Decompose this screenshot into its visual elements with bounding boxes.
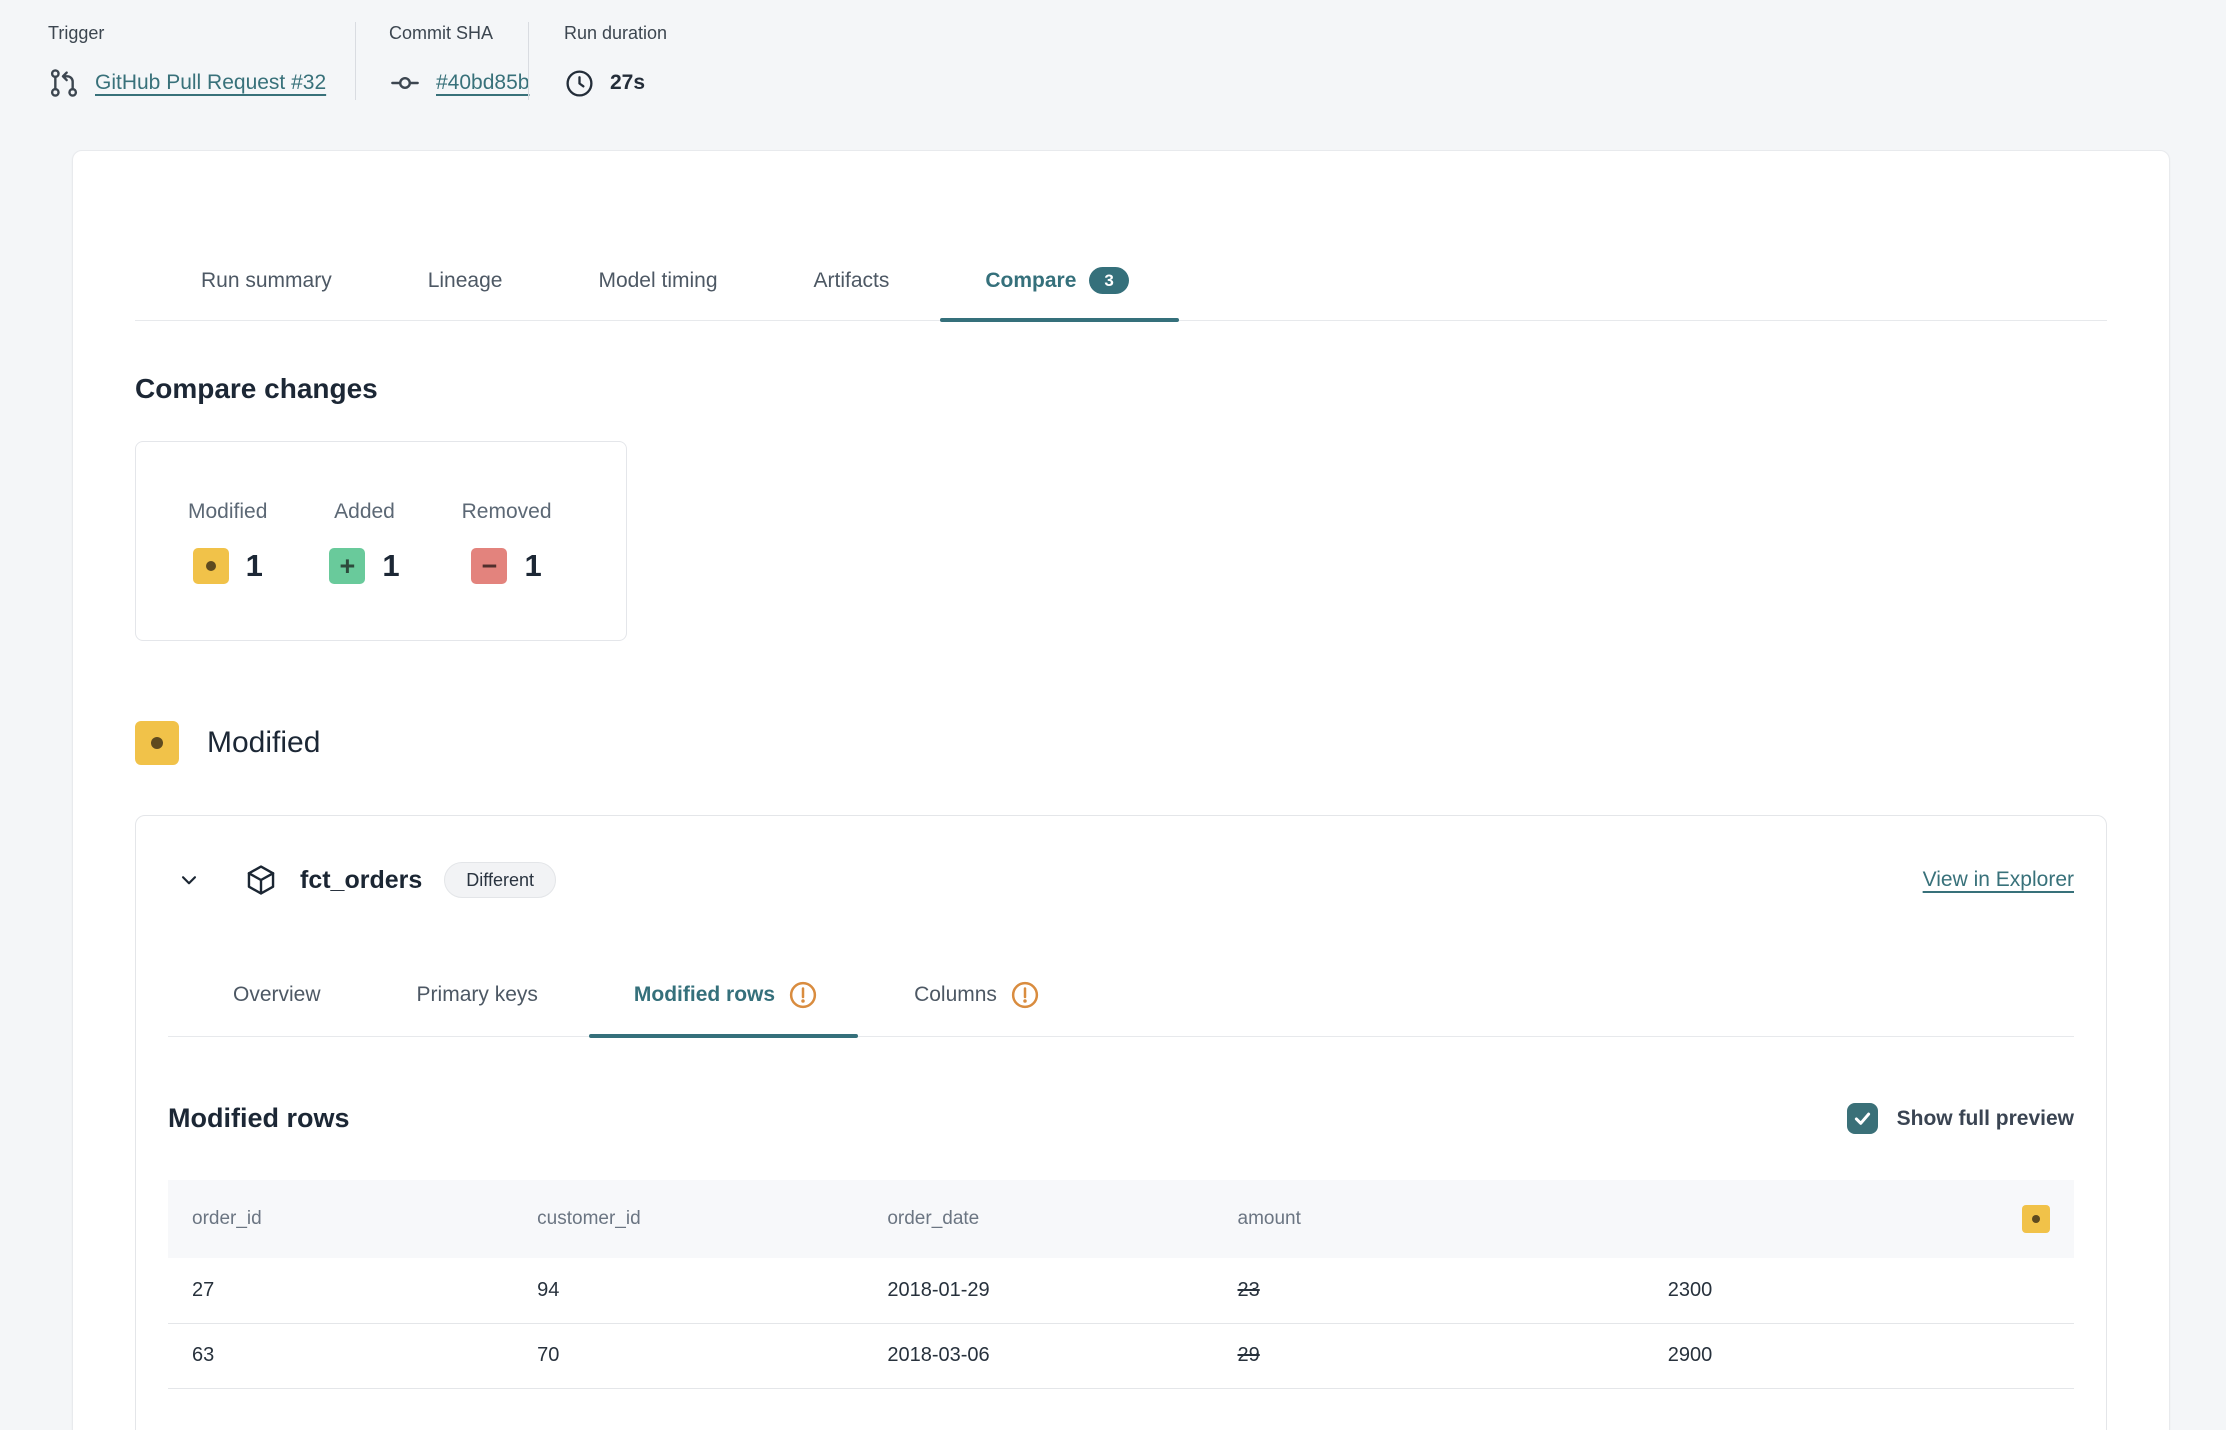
table-header-row: order_id customer_id order_date amount [168, 1180, 2074, 1258]
tab-primary-keys[interactable]: Primary keys [417, 980, 538, 1036]
commit-sha-label: Commit SHA [389, 22, 528, 44]
modified-marker-icon [2022, 1205, 2050, 1233]
warning-icon [788, 980, 818, 1010]
tab-label: Compare [985, 269, 1076, 293]
warning-icon [1010, 980, 1040, 1010]
model-name: fct_orders [300, 866, 422, 895]
run-duration-meta: Run duration 27s [529, 22, 667, 150]
tab-artifacts[interactable]: Artifacts [814, 267, 890, 320]
modified-rows-table: order_id customer_id order_date amount 2… [168, 1180, 2074, 1430]
modified-section-title: Modified [207, 726, 320, 760]
summary-added: Added + 1 [329, 500, 399, 584]
summary-modified-label: Modified [188, 500, 267, 524]
run-detail-card: Run summary Lineage Model timing Artifac… [72, 150, 2170, 1430]
summary-modified: Modified 1 [188, 500, 267, 584]
cell-order-id [168, 1388, 513, 1430]
run-tabs: Run summary Lineage Model timing Artifac… [135, 267, 2107, 321]
commit-meta: Commit SHA #40bd85b [356, 22, 528, 150]
model-tabs: Overview Primary keys Modified rows Colu… [168, 980, 2074, 1037]
compare-changes-heading: Compare changes [135, 373, 2107, 405]
modified-marker-icon [135, 721, 179, 765]
table-row: 63 70 2018-03-06 29 2900 [168, 1323, 2074, 1388]
summary-modified-count: 1 [246, 548, 263, 584]
cell-order-date: 2018-03-06 [863, 1323, 1213, 1388]
tab-compare[interactable]: Compare 3 [985, 267, 1129, 320]
show-full-preview-toggle[interactable]: Show full preview [1847, 1103, 2074, 1134]
tab-run-summary[interactable]: Run summary [201, 267, 332, 320]
commit-icon [389, 67, 421, 99]
column-header-amount-label: amount [1238, 1208, 1301, 1229]
pull-request-icon [48, 67, 80, 99]
cell-order-date [863, 1388, 1213, 1430]
tab-overview[interactable]: Overview [233, 980, 321, 1036]
modified-marker-icon [193, 548, 229, 584]
view-in-explorer-link[interactable]: View in Explorer [1923, 868, 2074, 892]
checkbox-checked-icon[interactable] [1847, 1103, 1878, 1134]
cell-amount-new [1644, 1388, 2074, 1430]
cell-amount-old: 23 [1214, 1258, 1644, 1323]
summary-removed-count: 1 [524, 548, 541, 584]
different-badge: Different [444, 862, 556, 898]
tab-label: Primary keys [417, 983, 538, 1007]
tab-label: Modified rows [634, 983, 775, 1007]
compare-summary-card: Modified 1 Added + 1 Removed − 1 [135, 441, 627, 641]
modified-section-header: Modified [135, 721, 2107, 765]
summary-added-count: 1 [382, 548, 399, 584]
tab-label: Artifacts [814, 269, 890, 293]
trigger-label: Trigger [48, 22, 355, 44]
column-header-order-id: order_id [168, 1180, 513, 1258]
cell-customer-id: 70 [513, 1323, 863, 1388]
tab-label: Lineage [428, 269, 503, 293]
cell-order-id: 27 [168, 1258, 513, 1323]
clock-icon [564, 68, 595, 99]
summary-removed-label: Removed [462, 500, 552, 524]
column-header-customer-id: customer_id [513, 1180, 863, 1258]
table-row-partial [168, 1388, 2074, 1430]
summary-removed: Removed − 1 [462, 500, 552, 584]
modified-rows-heading: Modified rows [168, 1103, 350, 1134]
model-card-header: fct_orders Different View in Explorer [168, 862, 2074, 898]
tab-label: Columns [914, 983, 997, 1007]
tab-label: Overview [233, 983, 321, 1007]
run-duration-value: 27s [610, 71, 645, 95]
cell-amount-old [1214, 1388, 1644, 1430]
cell-amount-new: 2900 [1644, 1323, 2074, 1388]
trigger-link[interactable]: GitHub Pull Request #32 [95, 71, 326, 95]
commit-sha-link[interactable]: #40bd85b [436, 71, 529, 95]
summary-added-label: Added [334, 500, 395, 524]
column-header-order-date: order_date [863, 1180, 1213, 1258]
tab-label: Model timing [598, 269, 717, 293]
tab-columns[interactable]: Columns [914, 980, 1040, 1036]
cell-customer-id [513, 1388, 863, 1430]
model-card-fct-orders: fct_orders Different View in Explorer Ov… [135, 815, 2107, 1430]
table-row: 27 94 2018-01-29 23 2300 [168, 1258, 2074, 1323]
model-cube-icon [244, 863, 278, 897]
show-full-preview-label: Show full preview [1897, 1107, 2074, 1131]
run-duration-label: Run duration [564, 22, 667, 44]
cell-amount-old: 29 [1214, 1323, 1644, 1388]
cell-amount-new: 2300 [1644, 1258, 2074, 1323]
tab-modified-rows[interactable]: Modified rows [634, 980, 818, 1036]
cell-order-date: 2018-01-29 [863, 1258, 1213, 1323]
cell-order-id: 63 [168, 1323, 513, 1388]
removed-marker-icon: − [471, 548, 507, 584]
cell-customer-id: 94 [513, 1258, 863, 1323]
run-meta-header: Trigger GitHub Pull Request #32 Commit S… [0, 0, 2226, 150]
added-marker-icon: + [329, 548, 365, 584]
tab-label: Run summary [201, 269, 332, 293]
chevron-down-icon[interactable] [176, 867, 202, 893]
tab-lineage[interactable]: Lineage [428, 267, 503, 320]
tab-model-timing[interactable]: Model timing [598, 267, 717, 320]
compare-count-badge: 3 [1089, 267, 1128, 294]
trigger-meta: Trigger GitHub Pull Request #32 [48, 22, 355, 150]
column-header-amount: amount [1214, 1180, 2074, 1258]
modified-rows-panel-header: Modified rows Show full preview [168, 1103, 2074, 1134]
